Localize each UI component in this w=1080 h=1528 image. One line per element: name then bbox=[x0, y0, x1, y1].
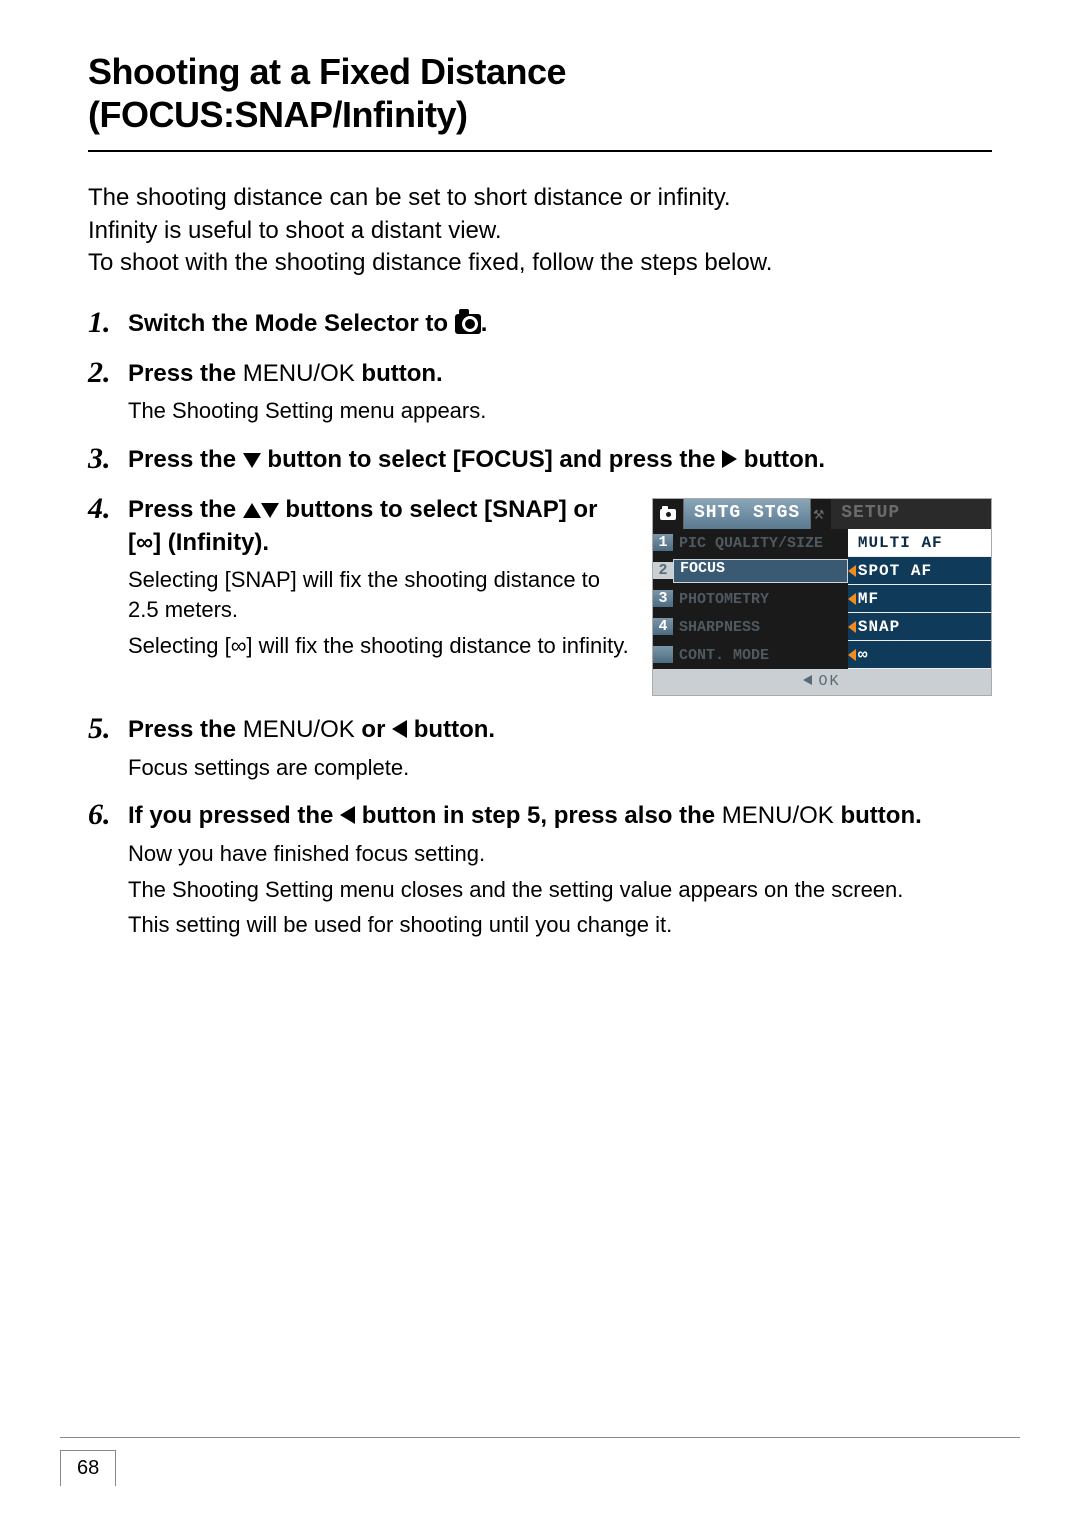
lcd-right-1: MULTI AF bbox=[848, 529, 991, 557]
title-rule bbox=[88, 150, 992, 152]
lcd-left-1: PIC QUALITY/SIZE bbox=[673, 535, 848, 552]
step-1-text-b: . bbox=[481, 310, 488, 337]
lcd-left-4: SHARPNESS bbox=[673, 619, 848, 636]
lcd-right-5: ∞ bbox=[848, 641, 991, 669]
lcd-tab-active: SHTG STGS bbox=[683, 499, 811, 529]
right-arrow-icon bbox=[722, 450, 737, 468]
left-arrow-icon bbox=[340, 806, 355, 824]
step-2-text-b: button. bbox=[355, 360, 443, 387]
lcd-right-3: MF bbox=[848, 585, 991, 613]
camera-icon bbox=[455, 314, 481, 334]
up-arrow-icon bbox=[243, 503, 261, 518]
lcd-setup-tool-icon: ⚒ bbox=[811, 499, 831, 529]
lcd-tab-inactive: SETUP bbox=[831, 499, 991, 529]
left-arrow-icon bbox=[392, 720, 407, 738]
step-5-text-a: Press the bbox=[128, 716, 243, 743]
step-2: Press the MENU/OK button. The Shooting S… bbox=[88, 358, 992, 426]
step-5: Press the MENU/OK or button. Focus setti… bbox=[88, 714, 992, 782]
step-3: Press the button to select [FOCUS] and p… bbox=[88, 444, 992, 476]
page-number: 68 bbox=[60, 1450, 116, 1486]
step-4: Press the buttons to select [SNAP] or [∞… bbox=[88, 494, 992, 696]
step-2-text-a: Press the bbox=[128, 360, 243, 387]
lcd-tabs: SHTG STGS ⚒ SETUP bbox=[653, 499, 991, 529]
step-6-text-a: If you pressed the bbox=[128, 802, 340, 829]
step-5-body: Focus settings are complete. bbox=[128, 753, 992, 783]
step-2-title: Press the MENU/OK button. bbox=[128, 360, 443, 387]
lcd-left-5: CONT. MODE bbox=[673, 647, 848, 664]
step-4-body-1: Selecting [SNAP] will fix the shooting d… bbox=[128, 565, 634, 624]
intro-line-3: To shoot with the shooting distance fixe… bbox=[88, 249, 772, 276]
lcd-left-3: PHOTOMETRY bbox=[673, 591, 848, 608]
steps-list: Switch the Mode Selector to . Press the … bbox=[88, 308, 992, 940]
lcd-camera-icon bbox=[653, 499, 683, 529]
step-4-title: Press the buttons to select [SNAP] or [∞… bbox=[128, 496, 597, 555]
lcd-body: 1PIC QUALITY/SIZE 2FOCUS 3PHOTOMETRY 4SH… bbox=[653, 529, 991, 669]
lcd-left-column: 1PIC QUALITY/SIZE 2FOCUS 3PHOTOMETRY 4SH… bbox=[653, 529, 848, 669]
step-3-text-a: Press the bbox=[128, 446, 243, 473]
step-3-text-c: button. bbox=[737, 446, 825, 473]
title-line-1: Shooting at a Fixed Distance bbox=[88, 51, 566, 92]
step-6: If you pressed the button in step 5, pre… bbox=[88, 800, 992, 939]
lcd-left-2: FOCUS bbox=[673, 559, 848, 583]
step-6-text-b: button in step 5, press also the bbox=[355, 802, 722, 829]
camera-lcd-screenshot: SHTG STGS ⚒ SETUP 1PIC QUALITY/SIZE 2FOC… bbox=[652, 498, 992, 696]
menu-ok-label: MENU/OK bbox=[722, 802, 834, 829]
lcd-footer: OK bbox=[653, 669, 991, 695]
step-1-title: Switch the Mode Selector to . bbox=[128, 310, 487, 337]
lcd-right-4: SNAP bbox=[848, 613, 991, 641]
step-4-body-2: Selecting [∞] will fix the shooting dist… bbox=[128, 631, 634, 661]
lcd-right-column: MULTI AF SPOT AF MF SNAP ∞ bbox=[848, 529, 991, 669]
menu-ok-label: MENU/OK bbox=[243, 716, 355, 743]
lcd-right-2: SPOT AF bbox=[848, 557, 991, 585]
menu-ok-label: MENU/OK bbox=[243, 360, 355, 387]
step-6-body-3: This setting will be used for shooting u… bbox=[128, 910, 992, 940]
step-2-body: The Shooting Setting menu appears. bbox=[128, 396, 992, 426]
step-1: Switch the Mode Selector to . bbox=[88, 308, 992, 340]
step-6-text-c: button. bbox=[834, 802, 922, 829]
step-3-title: Press the button to select [FOCUS] and p… bbox=[128, 446, 825, 473]
step-6-title: If you pressed the button in step 5, pre… bbox=[128, 802, 922, 829]
step-1-text-a: Switch the Mode Selector to bbox=[128, 310, 455, 337]
step-5-text-c: button. bbox=[407, 716, 495, 743]
title-line-2: (FOCUS:SNAP/Infinity) bbox=[88, 94, 467, 135]
intro-text: The shooting distance can be set to shor… bbox=[88, 182, 992, 279]
step-6-body-1: Now you have finished focus setting. bbox=[128, 839, 992, 869]
lcd-footer-label: OK bbox=[818, 673, 840, 690]
step-5-title: Press the MENU/OK or button. bbox=[128, 716, 495, 743]
lcd-left-arrow-icon bbox=[803, 675, 812, 685]
bottom-rule bbox=[60, 1437, 1020, 1438]
step-3-text-b: button to select [FOCUS] and press the bbox=[261, 446, 722, 473]
down-arrow-icon bbox=[261, 503, 279, 518]
intro-line-1: The shooting distance can be set to shor… bbox=[88, 184, 731, 211]
down-arrow-icon bbox=[243, 453, 261, 468]
step-6-body-2: The Shooting Setting menu closes and the… bbox=[128, 875, 992, 905]
step-4-text-a: Press the bbox=[128, 496, 243, 523]
intro-line-2: Infinity is useful to shoot a distant vi… bbox=[88, 217, 502, 244]
step-5-text-b: or bbox=[355, 716, 392, 743]
page-title: Shooting at a Fixed Distance (FOCUS:SNAP… bbox=[88, 50, 992, 136]
